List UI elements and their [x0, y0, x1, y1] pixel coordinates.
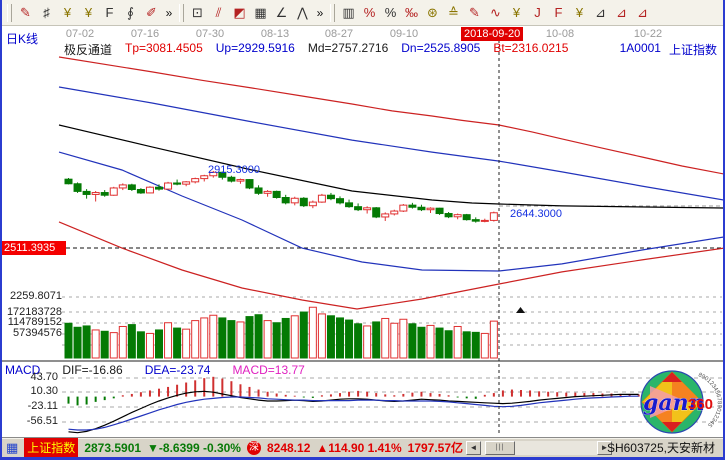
indicator-header: 极反通道 Tp=3081.4505 Up=2929.5916 Md=2757.2… — [64, 41, 568, 58]
j-angle-icon[interactable]: J — [527, 3, 548, 23]
low-price-annotation: 2644.3000 — [510, 208, 562, 220]
macd-axis-label: -23.11 — [2, 400, 58, 412]
date-tick-label: 08-27 — [325, 28, 353, 40]
gold-levels-icon[interactable]: ≙ — [443, 3, 464, 23]
more-draw-icon[interactable]: » — [313, 3, 327, 23]
date-tick-label: 07-02 — [66, 28, 94, 40]
win-angle-icon[interactable]: ⊿ — [611, 3, 632, 23]
indicator-dn: Dn=2525.8905 — [401, 41, 480, 58]
date-tick-label: 10-22 — [634, 28, 662, 40]
chart-area[interactable]: 日K线 07-02 07-16 07-30 08-13 08-27 09-10 10-08 1… — [2, 26, 723, 437]
date-tick-label: 07-16 — [131, 28, 159, 40]
indicator-name: 极反通道 — [64, 41, 112, 58]
macd-axis-label: -56.51 — [2, 415, 58, 427]
more-tools-icon[interactable]: » — [162, 3, 176, 23]
spiral-icon[interactable]: ∮ — [120, 3, 141, 23]
shenzhen-badge: 深 — [247, 441, 261, 455]
grid-lines-icon[interactable]: ♯ — [36, 3, 57, 23]
logo-360-text: 360 — [688, 396, 713, 413]
price-axis-low-label: 2259.8071 — [2, 290, 62, 302]
gold-angle-icon[interactable]: ¥ — [569, 3, 590, 23]
app-window: ✎♯¥¥F∮✐»⊡⫽◩▦∠⋀»▥%%‰⊛≙✎∿¥JF¥⊿⊿⊿ 日K线 07-02… — [0, 0, 725, 460]
scroll-left-button[interactable]: ◄ — [466, 441, 481, 455]
macd-axis-label: 43.70 — [2, 371, 58, 383]
toolbar: ✎♯¥¥F∮✐»⊡⫽◩▦∠⋀»▥%%‰⊛≙✎∿¥JF¥⊿⊿⊿ — [2, 0, 723, 26]
percent-line-icon[interactable]: % — [359, 3, 380, 23]
wave-channel-icon[interactable]: ∿ — [485, 3, 506, 23]
date-tick-label: 09-10 — [390, 28, 418, 40]
date-tick-label: 10-08 — [546, 28, 574, 40]
high-price-annotation: 2915.3000 — [208, 164, 260, 176]
gold-grid2-icon[interactable]: ¥ — [78, 3, 99, 23]
box-tool-icon[interactable]: ⊡ — [187, 3, 208, 23]
date-tick-label: 07-30 — [196, 28, 224, 40]
index-change: ▼-8.6399 -0.30% — [147, 441, 241, 455]
brush-icon[interactable]: ✎ — [15, 3, 36, 23]
indicator-up: Up=2929.5916 — [216, 41, 295, 58]
speed-angle-icon[interactable]: ⊿ — [590, 3, 611, 23]
toolbar-separator — [179, 4, 184, 22]
toolbar-grip — [7, 4, 12, 22]
indicator-bt: Bt=2316.0215 — [493, 41, 568, 58]
gann360-logo: 890123456789012345 gann 360 — [632, 368, 724, 436]
angle-line-icon[interactable]: ∠ — [271, 3, 292, 23]
horizontal-scrollbar[interactable]: ◄ ||| ► — [466, 441, 612, 455]
f-angle-icon[interactable]: F — [548, 3, 569, 23]
toolbar-separator — [330, 4, 335, 22]
volume-axis-label: 57394576 — [2, 327, 62, 339]
shenzhen-price: 8248.12 — [267, 441, 310, 455]
status-bar: ▦ 上证指数 2873.5901 ▼-8.6399 -0.30% 深 8248.… — [2, 437, 723, 457]
macd-axis-label: 10.30 — [2, 385, 58, 397]
fan-box-icon[interactable]: ◩ — [229, 3, 250, 23]
crosshair-date-badge: 2018-09-20 — [461, 27, 523, 41]
gold-tool-icon[interactable]: ¥ — [506, 3, 527, 23]
macd-macd-value: MACD=13.77 — [232, 363, 304, 377]
gold-circle-icon[interactable]: ⊛ — [422, 3, 443, 23]
symbol-name: 上证指数 — [669, 41, 717, 58]
four-angle-icon[interactable]: ⊿ — [632, 3, 653, 23]
index-price: 2873.5901 — [84, 441, 141, 455]
index-tab[interactable]: 上证指数 — [24, 438, 78, 457]
indicator-md: Md=2757.2716 — [308, 41, 388, 58]
percent-levels-icon[interactable]: ‰ — [401, 3, 422, 23]
zigzag-icon[interactable]: ⋀ — [292, 3, 313, 23]
symbol-code: 1A0001 — [620, 41, 661, 58]
scroll-thumb[interactable]: ||| — [485, 441, 515, 455]
scroll-track[interactable]: ||| — [481, 441, 597, 455]
period-label: 日K线 — [6, 30, 38, 47]
bars-panel-icon[interactable]: ▥ — [338, 3, 359, 23]
gold-grid-icon[interactable]: ¥ — [57, 3, 78, 23]
date-tick-label: 08-13 — [261, 28, 289, 40]
symbol-label: 1A0001 上证指数 — [620, 41, 717, 58]
turnover-value: 1797.57亿 — [408, 439, 463, 456]
macd-dea-value: DEA=-23.74 — [145, 363, 211, 377]
grid-box-icon[interactable]: ▦ — [250, 3, 271, 23]
gann-fan-icon[interactable]: ⫽ — [208, 3, 229, 23]
security-label: SH603725,天安新材 — [607, 439, 715, 456]
pen-tool-icon[interactable]: ✎ — [464, 3, 485, 23]
indicator-tp: Tp=3081.4505 — [125, 41, 203, 58]
percent-icon[interactable]: % — [380, 3, 401, 23]
shenzhen-change: ▲114.90 1.41% — [316, 441, 401, 455]
quote-grid-icon[interactable]: ▦ — [6, 440, 18, 456]
f-lines-icon[interactable]: F — [99, 3, 120, 23]
crosshair-price-badge: 2511.3935 — [2, 241, 66, 255]
macd-dif-value: DIF=-16.86 — [62, 363, 122, 377]
brush-grid-icon[interactable]: ✐ — [141, 3, 162, 23]
